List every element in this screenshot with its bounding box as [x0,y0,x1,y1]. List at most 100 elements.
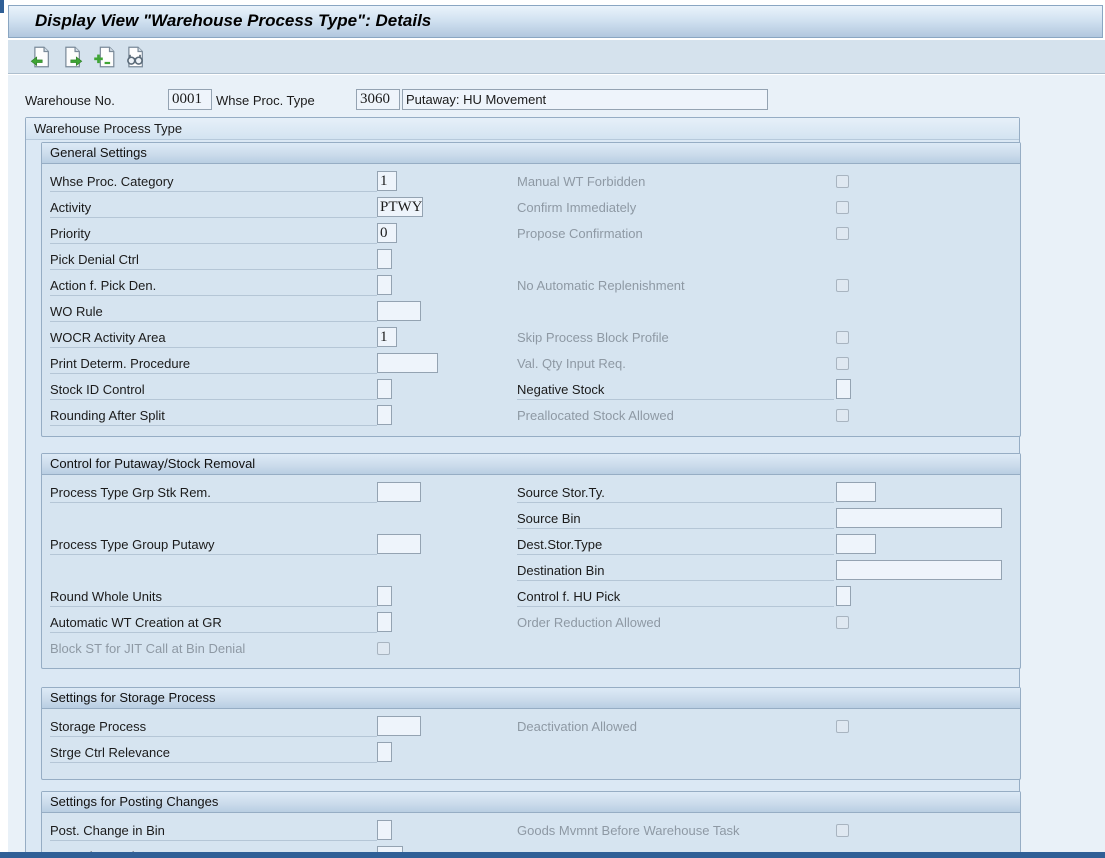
wo-rule-label: WO Rule [50,304,103,319]
deactivation-allowed-label: Deactivation Allowed [517,719,637,734]
general-settings-group: General Settings Whse Proc. Category 1 M… [41,142,1021,437]
field-row: Strge Ctrl Relevance [42,740,1020,766]
warehouse-no-field[interactable]: 0001 [168,89,212,110]
preallocated-stock-allowed-label: Preallocated Stock Allowed [517,408,674,423]
block-st-for-jit-call-checkbox [377,642,390,655]
negative-stock-label: Negative Stock [517,382,605,397]
source-stor-ty-field[interactable] [836,482,876,502]
group-title: Settings for Posting Changes [42,792,1020,813]
block-st-for-jit-call-label: Block ST for JIT Call at Bin Denial [50,641,246,656]
field-row: Source Bin [42,506,1020,532]
val-qty-input-req-checkbox [836,357,849,370]
outer-box-title: Warehouse Process Type [26,118,1019,140]
wocr-activity-area-label: WOCR Activity Area [50,330,166,345]
deactivation-allowed-checkbox [836,720,849,733]
print-determ-procedure-field[interactable] [377,353,438,373]
automatic-wt-creation-at-gr-label: Automatic WT Creation at GR [50,615,222,630]
action-f-pick-den-label: Action f. Pick Den. [50,278,157,293]
confirm-immediately-label: Confirm Immediately [517,200,637,215]
screen-body: Warehouse No. 0001 Whse Proc. Type 3060 … [8,75,1105,858]
rounding-after-split-field[interactable] [377,405,392,425]
activity-field[interactable]: PTWY [377,197,423,217]
field-row: WO Rule [42,299,1020,325]
automatic-wt-creation-at-gr-field[interactable] [377,612,392,632]
sap-window: Display View "Warehouse Process Type": D… [0,0,1105,858]
putaway-control-group: Control for Putaway/Stock Removal Proces… [41,453,1021,669]
priority-field[interactable]: 0 [377,223,397,243]
field-row: Stock ID Control Negative Stock [42,377,1020,403]
key-field-row: Warehouse No. 0001 Whse Proc. Type 3060 … [8,89,1105,113]
storage-process-field[interactable] [377,716,421,736]
destination-bin-label: Destination Bin [517,563,605,578]
process-type-group-putawy-label: Process Type Group Putawy [50,537,215,552]
posting-changes-group: Settings for Posting Changes Post. Chang… [41,791,1021,858]
post-change-in-bin-label: Post. Change in Bin [50,823,165,838]
goods-mvmnt-before-wt-checkbox [836,824,849,837]
whse-proc-type-description-field[interactable]: Putaway: HU Movement [402,89,768,110]
manual-wt-forbidden-label: Manual WT Forbidden [517,174,646,189]
negative-stock-field[interactable] [836,379,851,399]
field-row: Storage Process Deactivation Allowed [42,714,1020,740]
window-bottom-edge [0,852,1105,858]
whse-proc-type-field[interactable]: 3060 [356,89,400,110]
warehouse-no-label: Warehouse No. [25,93,115,108]
window-edge [0,0,4,13]
action-f-pick-den-field[interactable] [377,275,392,295]
strge-ctrl-relevance-label: Strge Ctrl Relevance [50,745,170,760]
wo-rule-field[interactable] [377,301,421,321]
control-f-hu-pick-field[interactable] [836,586,851,606]
pick-denial-ctrl-field[interactable] [377,249,392,269]
round-whole-units-label: Round Whole Units [50,589,162,604]
manual-wt-forbidden-checkbox [836,175,849,188]
skip-process-block-profile-checkbox [836,331,849,344]
group-title: Control for Putaway/Stock Removal [42,454,1020,475]
dest-stor-type-label: Dest.Stor.Type [517,537,603,552]
process-type-group-putawy-field[interactable] [377,534,421,554]
strge-ctrl-relevance-field[interactable] [377,742,392,762]
source-stor-ty-label: Source Stor.Ty. [517,485,605,500]
process-type-grp-stk-rem-label: Process Type Grp Stk Rem. [50,485,211,500]
field-row: Print Determ. Procedure Val. Qty Input R… [42,351,1020,377]
destination-bin-field[interactable] [836,560,1002,580]
whse-proc-category-field[interactable]: 1 [377,171,397,191]
storage-process-label: Storage Process [50,719,147,734]
wocr-activity-area-field[interactable]: 1 [377,327,397,347]
application-toolbar [8,40,1105,74]
find-icon[interactable] [124,46,148,70]
dest-stor-type-field[interactable] [836,534,876,554]
group-title: Settings for Storage Process [42,688,1020,709]
propose-confirmation-label: Propose Confirmation [517,226,643,241]
field-row: Priority 0 Propose Confirmation [42,221,1020,247]
priority-label: Priority [50,226,91,241]
source-bin-field[interactable] [836,508,1002,528]
field-row: Pick Denial Ctrl [42,247,1020,273]
pick-denial-ctrl-label: Pick Denial Ctrl [50,252,139,267]
source-bin-label: Source Bin [517,511,581,526]
field-row: Process Type Grp Stk Rem. Source Stor.Ty… [42,480,1020,506]
field-row: Whse Proc. Category 1 Manual WT Forbidde… [42,169,1020,195]
stock-id-control-field[interactable] [377,379,392,399]
propose-confirmation-checkbox [836,227,849,240]
field-row: Process Type Group Putawy Dest.Stor.Type [42,532,1020,558]
preallocated-stock-allowed-checkbox [836,409,849,422]
process-type-grp-stk-rem-field[interactable] [377,482,421,502]
field-row: Activity PTWY Confirm Immediately [42,195,1020,221]
no-automatic-replenishment-checkbox [836,279,849,292]
other-entry-icon[interactable] [93,46,117,70]
field-row: Rounding After Split Preallocated Stock … [42,403,1020,429]
previous-entry-icon[interactable] [30,46,54,70]
whse-proc-type-label: Whse Proc. Type [216,93,315,108]
field-row: Post. Change in Bin Goods Mvmnt Before W… [42,818,1020,844]
field-row: Round Whole Units Control f. HU Pick [42,584,1020,610]
no-automatic-replenishment-label: No Automatic Replenishment [517,278,685,293]
order-reduction-allowed-label: Order Reduction Allowed [517,615,661,630]
activity-label: Activity [50,200,92,215]
round-whole-units-field[interactable] [377,586,392,606]
val-qty-input-req-label: Val. Qty Input Req. [517,356,626,371]
goods-mvmnt-before-wt-label: Goods Mvmnt Before Warehouse Task [517,823,740,838]
order-reduction-allowed-checkbox [836,616,849,629]
post-change-in-bin-field[interactable] [377,820,392,840]
next-entry-icon[interactable] [61,46,85,70]
field-row: WOCR Activity Area 1 Skip Process Block … [42,325,1020,351]
field-row: Destination Bin [42,558,1020,584]
